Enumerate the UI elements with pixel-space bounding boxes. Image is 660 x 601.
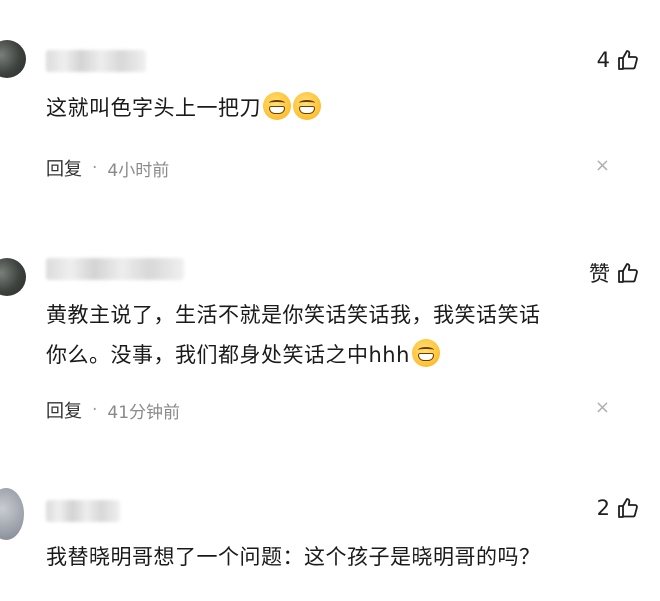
avatar[interactable] — [0, 488, 24, 540]
like-label: 赞 — [589, 262, 610, 286]
thumbs-up-icon — [618, 263, 638, 283]
like-count: 2 — [596, 496, 610, 520]
separator-dot: · — [92, 400, 98, 420]
comment-meta: 回复 · 4小时前 — [46, 155, 169, 181]
username-blurred[interactable] — [46, 500, 120, 522]
like-button[interactable]: 赞 — [589, 258, 640, 288]
comment-text: 这就叫色字头上一把刀 — [46, 88, 616, 128]
thumbs-up-icon — [618, 50, 638, 70]
close-icon[interactable]: × — [595, 155, 610, 176]
like-button[interactable]: 2 — [597, 496, 640, 520]
comment-text: 我替晓明哥想了一个问题：这个孩子是晓明哥的吗？ — [46, 545, 541, 569]
username-blurred[interactable] — [46, 50, 146, 72]
grin-emoji-icon — [293, 92, 321, 120]
comment-meta: 回复 · 41分钟前 — [46, 397, 180, 423]
avatar[interactable] — [0, 258, 26, 296]
like-button[interactable]: 4 — [597, 48, 640, 72]
username-blurred[interactable] — [46, 258, 184, 280]
close-icon[interactable]: × — [595, 397, 610, 418]
timestamp: 4小时前 — [107, 160, 170, 181]
reply-button[interactable]: 回复 — [46, 155, 82, 181]
reply-button[interactable]: 回复 — [46, 397, 82, 423]
avatar[interactable] — [0, 40, 26, 78]
timestamp: 41分钟前 — [107, 402, 181, 423]
grin-emoji-icon — [411, 339, 440, 367]
separator-dot: · — [92, 158, 98, 178]
thumbs-up-icon — [618, 498, 638, 518]
like-count: 4 — [596, 48, 610, 72]
grin-emoji-icon — [263, 92, 291, 120]
comment-text: 黄教主说了，生活不就是你笑话笑话我，我笑话笑话 你么。没事，我们都身处笑话之中h… — [46, 303, 541, 367]
